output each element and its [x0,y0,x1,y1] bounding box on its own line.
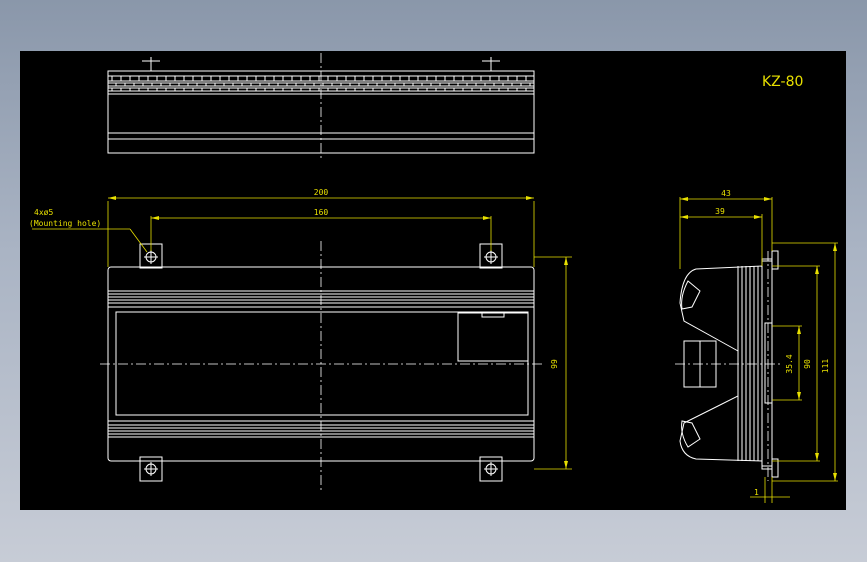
dim-side-depth-inner: 39 [715,207,725,216]
hole-note-sub: (Mounting hole) [29,219,101,228]
drawing-title: KZ-80 [762,74,803,90]
dim-overall-width: 200 [314,188,329,197]
front-panel [115,311,529,416]
cad-viewport[interactable]: 200 160 4xø5 (Mounting hole) 99 43 39 11… [20,51,846,510]
front-view [100,241,542,491]
cad-drawing: 200 160 4xø5 (Mounting hole) 99 43 39 11… [29,53,838,503]
top-view [107,53,535,159]
hole-note: 4xø5 [34,208,53,217]
dim-side-depth: 43 [721,189,731,198]
front-dimensions: 200 160 4xø5 (Mounting hole) 99 [29,188,572,470]
side-dimensions: 43 39 111 90 35.4 1 [679,189,838,503]
side-view [675,250,780,481]
dim-side-rail-height: 90 [803,359,812,369]
dim-side-total-height: 111 [821,359,830,374]
display-window [457,312,529,362]
dim-front-height: 99 [550,359,559,369]
dim-side-offset: 1 [754,488,759,497]
dim-side-inner-height: 35.4 [785,354,794,373]
dim-hole-spacing: 160 [314,208,329,217]
